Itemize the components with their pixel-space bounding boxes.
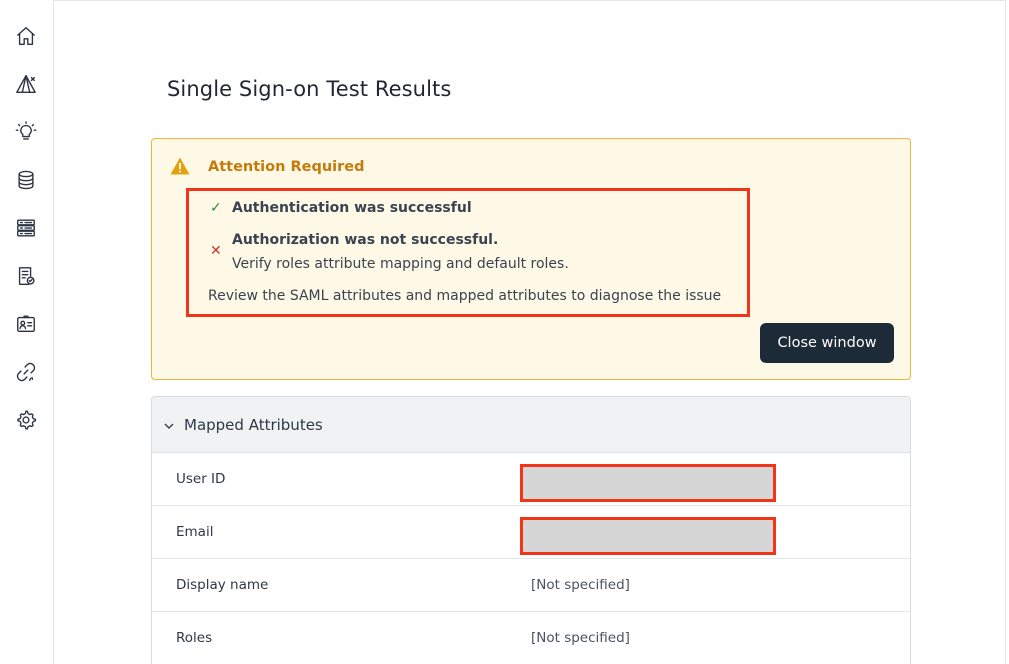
lightbulb-icon <box>15 121 37 147</box>
nav-reports[interactable] <box>10 262 42 294</box>
attention-alert: Attention Required ✓ Authentication was … <box>151 138 911 380</box>
nav-settings[interactable] <box>10 406 42 438</box>
redacted-value <box>520 517 776 555</box>
chevron-down-icon <box>162 418 176 432</box>
attribute-label: Roles <box>176 630 213 646</box>
page-title: Single Sign-on Test Results <box>167 77 452 101</box>
nav-alerts[interactable] <box>10 70 42 102</box>
nav-integrations[interactable] <box>10 358 42 390</box>
attribute-label: User ID <box>176 471 226 487</box>
review-instructions: Review the SAML attributes and mapped at… <box>208 288 722 304</box>
attribute-label: Email <box>176 524 214 540</box>
contact-card-icon <box>15 313 37 339</box>
sidebar-nav <box>0 0 54 664</box>
attribute-row-display-name: Display name [Not specified] <box>152 559 910 612</box>
alert-network-icon <box>15 73 37 99</box>
nav-insights[interactable] <box>10 118 42 150</box>
attribute-row-roles: Roles [Not specified] <box>152 612 910 664</box>
authorization-fail-message: Authorization was not successful. <box>232 232 499 248</box>
panel-title: Mapped Attributes <box>184 415 323 434</box>
attribute-row-user-id: User ID <box>152 453 910 506</box>
nav-identities[interactable] <box>10 310 42 342</box>
server-icon <box>15 217 37 243</box>
warning-icon <box>170 157 190 175</box>
error-x-icon: ✕ <box>210 243 222 259</box>
gear-icon <box>15 409 37 435</box>
link-icon <box>15 361 37 387</box>
close-window-button[interactable]: Close window <box>760 323 894 363</box>
nav-home[interactable] <box>10 22 42 54</box>
attribute-row-email: Email <box>152 506 910 559</box>
mapped-attributes-header[interactable]: Mapped Attributes <box>152 397 910 453</box>
attribute-label: Display name <box>176 577 269 593</box>
database-icon <box>15 169 37 195</box>
nav-database[interactable] <box>10 166 42 198</box>
redacted-value <box>520 464 776 502</box>
home-icon <box>15 25 37 51</box>
report-icon <box>15 265 37 291</box>
mapped-attributes-panel: Mapped Attributes User ID Email Display … <box>151 396 911 664</box>
alert-title: Attention Required <box>208 159 365 175</box>
checkmark-icon: ✓ <box>210 200 222 216</box>
attribute-value: [Not specified] <box>531 630 630 646</box>
authorization-fail-detail: Verify roles attribute mapping and defau… <box>232 256 569 272</box>
nav-servers[interactable] <box>10 214 42 246</box>
attribute-value: [Not specified] <box>531 577 630 593</box>
authentication-success-message: Authentication was successful <box>232 200 472 216</box>
